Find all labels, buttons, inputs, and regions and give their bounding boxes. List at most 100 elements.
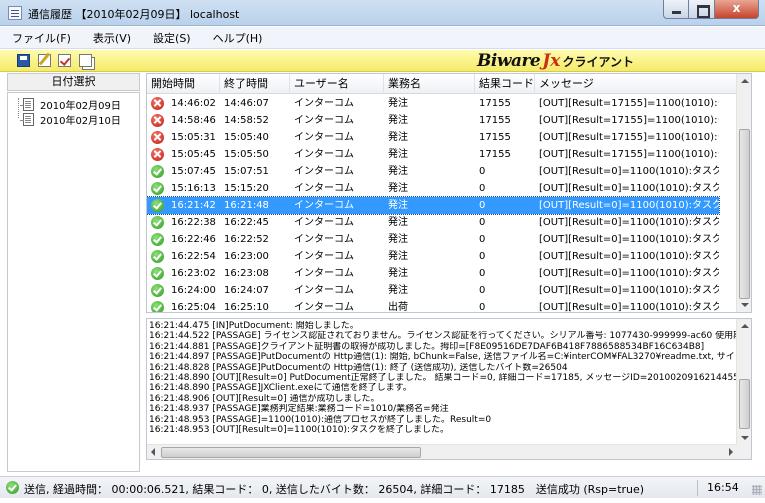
log-line: 16:21:44.475 [IN]PutDocument: 開始しました。 — [149, 321, 359, 331]
cell-message: [OUT][Result=0]=1100(1010):タスクを... — [539, 183, 719, 194]
cell-end-time: 15:05:40 — [224, 132, 269, 143]
cell-user-name: インターコム — [294, 200, 354, 211]
maximize-button[interactable] — [689, 0, 715, 19]
cell-user-name: インターコム — [294, 132, 354, 143]
window-controls: x — [663, 0, 759, 20]
table-row[interactable]: 15:16:13 15:15:20 インターコム 発注 0 [OUT][Result=0]… — [147, 180, 719, 197]
scroll-thumb[interactable] — [739, 379, 750, 429]
cell-result-code: 0 — [479, 200, 486, 211]
log-scrollbar[interactable] — [736, 319, 751, 445]
column-header-start[interactable]: 開始時間 — [147, 74, 220, 94]
toolbar: Biware Jx クライアント — [0, 50, 765, 72]
cell-user-name: インターコム — [294, 234, 354, 245]
table-row[interactable]: 15:05:31 15:05:40 インターコム 発注 17155 [OUT][Resul… — [147, 129, 719, 146]
resize-grip[interactable] — [752, 485, 762, 495]
menu-help[interactable]: ヘルプ(H) — [213, 30, 263, 46]
table-row[interactable]: 14:46:02 14:46:07 インターコム 発注 17155 [OUT][Resul… — [147, 95, 719, 112]
success-icon — [151, 199, 164, 212]
column-header-task[interactable]: 業務名 — [384, 74, 475, 94]
date-label: 2010年02月10日 — [40, 115, 121, 127]
cell-start-time: 14:58:46 — [171, 115, 216, 126]
cell-start-time: 16:22:38 — [171, 217, 216, 228]
column-header-message[interactable]: メッセージ — [535, 74, 737, 94]
log-text[interactable]: 16:21:44.475 [IN]PutDocument: 開始しました。 16:… — [149, 321, 739, 445]
menu-view[interactable]: 表示(V) — [93, 30, 131, 46]
log-line: 16:21:48.890 [PASSAGE]JXClient.exeにて通信を終… — [149, 383, 412, 394]
cell-task-name: 発注 — [388, 200, 408, 211]
copy-icon[interactable] — [79, 54, 92, 67]
date-item[interactable]: 2010年02月09日 — [20, 97, 121, 112]
table-row[interactable]: 15:07:45 15:07:51 インターコム 発注 0 [OUT][Result=0]… — [147, 163, 719, 180]
cell-start-time: 16:22:46 — [171, 234, 216, 245]
status-text: 送信, 経過時間： 00:00:06.521, 結果コード： 0, 送信したバイ… — [24, 483, 645, 496]
cell-user-name: インターコム — [294, 217, 354, 228]
scroll-down-icon[interactable] — [741, 436, 749, 440]
cell-result-code: 0 — [479, 268, 486, 279]
error-icon — [151, 114, 164, 127]
close-icon: x — [732, 1, 741, 15]
success-icon — [151, 216, 164, 229]
table-row[interactable]: 16:23:02 16:23:08 インターコム 発注 0 [OUT][Result=0]… — [147, 265, 719, 282]
cell-message: [OUT][Result=17155]=1100(1010):タ... — [539, 98, 719, 109]
cell-task-name: 発注 — [388, 234, 408, 245]
column-header-end[interactable]: 終了時間 — [220, 74, 290, 94]
error-icon — [151, 148, 164, 161]
scroll-up-icon[interactable] — [741, 324, 749, 328]
success-icon — [151, 267, 164, 280]
edit-icon[interactable] — [38, 54, 51, 67]
scroll-up-icon[interactable] — [741, 79, 749, 83]
date-item[interactable]: 2010年02月10日 — [20, 112, 121, 127]
cell-start-time: 15:16:13 — [171, 183, 216, 194]
cell-start-time: 16:21:42 — [171, 200, 216, 211]
cell-start-time: 16:23:02 — [171, 268, 216, 279]
table-row[interactable]: 15:05:45 15:05:50 インターコム 発注 17155 [OUT][Resul… — [147, 146, 719, 163]
scroll-right-icon[interactable] — [729, 448, 733, 456]
cell-start-time: 14:46:02 — [171, 98, 216, 109]
table-row[interactable]: 16:22:38 16:22:45 インターコム 発注 0 [OUT][Result=0]… — [147, 214, 719, 231]
minimize-button[interactable] — [663, 0, 689, 19]
scroll-thumb[interactable] — [739, 129, 750, 299]
table-row[interactable]: 14:58:46 14:58:52 インターコム 発注 17155 [OUT][Resul… — [147, 112, 719, 129]
log-line: 16:21:48.953 [OUT][Result=0]=1100(1010):… — [149, 424, 450, 435]
table-scrollbar[interactable] — [736, 74, 751, 312]
cell-end-time: 15:05:50 — [224, 149, 269, 160]
log-line: 16:21:48.828 [PASSAGE]PutDocumentの Http通… — [149, 362, 568, 373]
cell-message: [OUT][Result=0]=1100(1010):タスクを... — [539, 268, 719, 279]
cell-user-name: インターコム — [294, 302, 354, 313]
brand-logo: Biware Jx クライアント — [477, 51, 634, 71]
cell-result-code: 0 — [479, 234, 486, 245]
save-icon[interactable] — [17, 54, 30, 67]
scroll-down-icon[interactable] — [741, 303, 749, 307]
cell-user-name: インターコム — [294, 251, 354, 262]
log-line: 16:21:48.890 [OUT][Result=0] PutDocument… — [149, 372, 739, 383]
menu-file[interactable]: ファイル(F) — [12, 30, 71, 46]
scroll-corner — [736, 444, 751, 459]
table-row[interactable]: 16:24:00 16:24:07 インターコム 発注 0 [OUT][Result=0]… — [147, 282, 719, 299]
check-icon[interactable] — [58, 54, 71, 67]
title-bar[interactable]: 通信履歴 【2010年02月09日】 localhost x — [0, 0, 765, 26]
cell-message: [OUT][Result=0]=1100(1010):タスクを... — [539, 200, 719, 211]
cell-end-time: 16:23:00 — [224, 251, 269, 262]
cell-result-code: 17155 — [479, 98, 511, 109]
cell-start-time: 15:07:45 — [171, 166, 216, 177]
log-line: 16:21:44.897 [PASSAGE]PutDocumentの Http通… — [149, 352, 735, 363]
date-label: 2010年02月09日 — [40, 100, 121, 112]
table-row[interactable]: 16:22:46 16:22:52 インターコム 発注 0 [OUT][Result=0]… — [147, 231, 719, 248]
cell-task-name: 発注 — [388, 98, 408, 109]
table-row[interactable]: 16:25:04 16:25:10 インターコム 出荷 0 [OUT][Result=0]… — [147, 299, 719, 313]
scroll-left-icon[interactable] — [151, 448, 155, 456]
cell-result-code: 0 — [479, 183, 486, 194]
column-header-result-code[interactable]: 結果コード — [475, 74, 535, 94]
log-line: 16:21:48.953 [PASSAGE]=1100(1010):通信プロセス… — [149, 414, 492, 425]
cell-message: [OUT][Result=0]=1100(1010):タスクを... — [539, 166, 719, 177]
table-row[interactable]: 16:22:54 16:23:00 インターコム 発注 0 [OUT][Result=0]… — [147, 248, 719, 265]
log-panel: 16:21:44.475 [IN]PutDocument: 開始しました。 16:… — [146, 318, 752, 460]
menu-settings[interactable]: 設定(S) — [153, 30, 191, 46]
table-row[interactable]: 16:21:42 16:21:48 インターコム 発注 0 [OUT][Result=0]… — [147, 196, 720, 215]
scroll-thumb[interactable] — [161, 447, 421, 458]
status-clock: 16:54 — [707, 481, 739, 494]
close-button[interactable]: x — [715, 0, 759, 19]
app-icon[interactable] — [8, 6, 22, 20]
column-header-user[interactable]: ユーザー名 — [290, 74, 384, 94]
log-horizontal-scrollbar[interactable] — [147, 444, 737, 459]
